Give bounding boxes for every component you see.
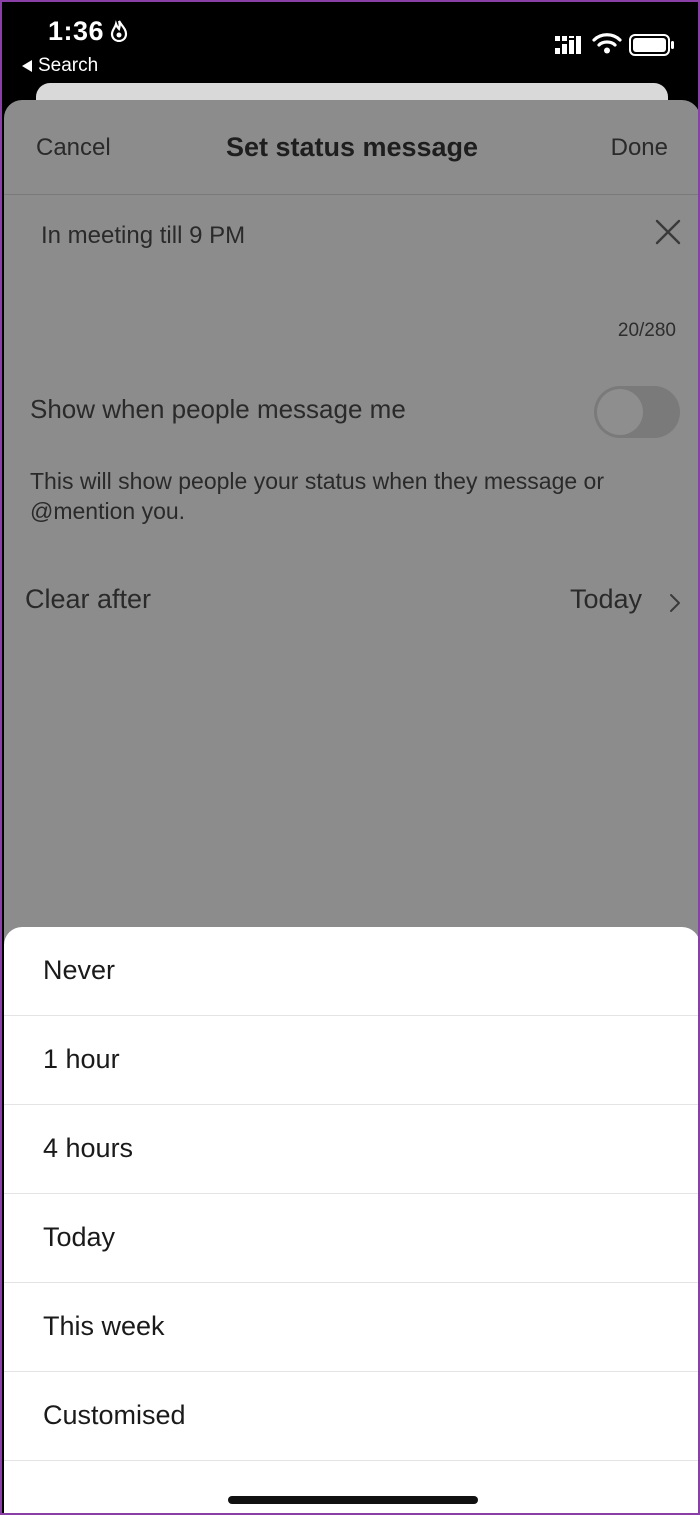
- option-label: Today: [43, 1222, 116, 1252]
- chevron-right-icon: [670, 594, 680, 612]
- option-never[interactable]: Never: [4, 927, 698, 1016]
- clear-message-icon[interactable]: [654, 218, 682, 246]
- status-time: 1:36: [48, 16, 105, 46]
- option-customised[interactable]: Customised: [4, 1372, 698, 1461]
- back-label: Search: [38, 55, 99, 76]
- character-counter: 20/280: [617, 320, 676, 341]
- clear-after-value: Today: [569, 584, 642, 614]
- status-message-input[interactable]: In meeting till 9 PM: [41, 222, 245, 250]
- option-label: Customised: [43, 1400, 186, 1430]
- modal-nav-bar: Cancel Set status message Done: [4, 100, 698, 195]
- back-to-search-link[interactable]: Search: [22, 55, 98, 77]
- show-when-messaged-toggle[interactable]: [594, 386, 680, 438]
- clear-after-action-sheet: Never 1 hour 4 hours Today This week Cus…: [4, 927, 698, 1513]
- option-1-hour[interactable]: 1 hour: [4, 1016, 698, 1105]
- option-label: 1 hour: [43, 1044, 120, 1074]
- clear-after-label: Clear after: [25, 584, 152, 614]
- flame-icon: [110, 20, 128, 42]
- phone-screen: 1:36 Search Cancel Set status message Do…: [0, 0, 700, 1515]
- wifi-icon: [592, 33, 622, 54]
- done-button[interactable]: Done: [611, 134, 668, 162]
- show-when-messaged-description: This will show people your status when t…: [30, 468, 605, 524]
- cellular-signal-icon: [555, 36, 581, 54]
- option-label: Never: [43, 955, 116, 985]
- option-label: 4 hours: [43, 1133, 134, 1163]
- option-4-hours[interactable]: 4 hours: [4, 1105, 698, 1194]
- option-today[interactable]: Today: [4, 1194, 698, 1283]
- status-bar: 1:36 Search: [2, 2, 698, 84]
- toggle-knob: [597, 389, 643, 435]
- option-this-week[interactable]: This week: [4, 1283, 698, 1372]
- modal-title: Set status message: [225, 132, 479, 162]
- home-indicator: [228, 1496, 478, 1504]
- option-label: This week: [43, 1311, 165, 1341]
- battery-icon: [629, 34, 674, 56]
- show-when-messaged-label: Show when people message me: [30, 394, 406, 424]
- clear-after-row[interactable]: Clear after Today: [4, 580, 698, 624]
- back-arrow-icon: [22, 60, 32, 72]
